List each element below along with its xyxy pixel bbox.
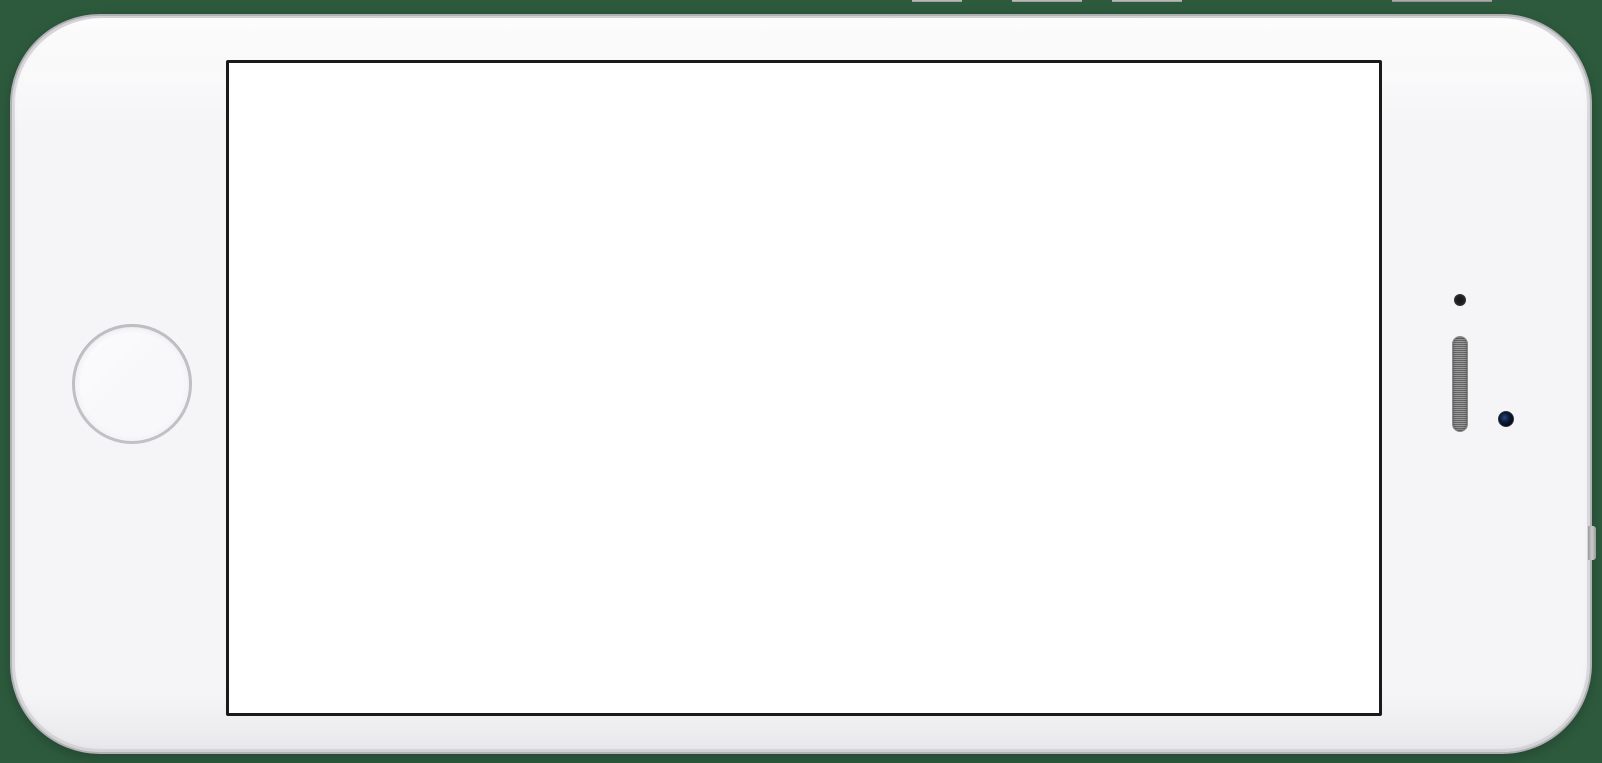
mute-switch-button[interactable] (912, 0, 962, 2)
home-button[interactable] (72, 324, 192, 444)
device-screen[interactable] (226, 60, 1382, 716)
sensor-cluster (1400, 284, 1520, 484)
proximity-sensor-icon (1454, 294, 1466, 306)
front-camera-icon (1498, 411, 1514, 427)
device-body (10, 14, 1592, 754)
power-button[interactable] (1392, 0, 1492, 2)
side-switch[interactable] (1588, 526, 1596, 560)
volume-down-button[interactable] (1112, 0, 1182, 2)
earpiece-speaker-icon (1452, 336, 1468, 432)
volume-up-button[interactable] (1012, 0, 1082, 2)
